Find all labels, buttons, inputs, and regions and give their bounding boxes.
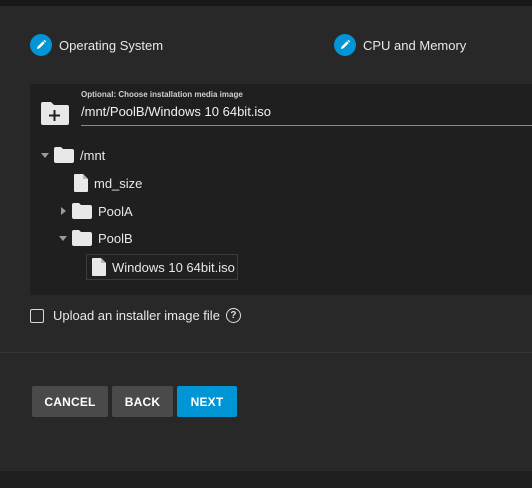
caret-down-icon[interactable] bbox=[40, 151, 50, 159]
step-label: CPU and Memory bbox=[363, 37, 467, 53]
tree-node-poola[interactable]: PoolA bbox=[58, 201, 133, 221]
folder-icon bbox=[54, 147, 74, 163]
tree-node-mnt[interactable]: /mnt bbox=[40, 145, 105, 165]
upload-installer-row: Upload an installer image file ? bbox=[30, 308, 241, 323]
path-field-label: Optional: Choose installation media imag… bbox=[81, 90, 243, 99]
step-label: Operating System bbox=[59, 37, 164, 53]
path-input-underline bbox=[81, 125, 532, 126]
divider bbox=[0, 352, 532, 353]
pencil-icon bbox=[334, 34, 356, 56]
tree-node-label: Windows 10 64bit.iso bbox=[112, 259, 235, 275]
tree-node-md-size[interactable]: md_size bbox=[74, 173, 142, 193]
back-button[interactable]: BACK bbox=[112, 386, 173, 417]
tree-node-windows-iso[interactable]: Windows 10 64bit.iso bbox=[92, 257, 235, 277]
next-button[interactable]: NEXT bbox=[177, 386, 237, 417]
file-explorer: Optional: Choose installation media imag… bbox=[30, 84, 532, 295]
upload-installer-checkbox[interactable] bbox=[30, 308, 44, 323]
bottom-strip bbox=[0, 471, 532, 488]
folder-icon bbox=[72, 230, 92, 246]
tree-node-label: PoolA bbox=[98, 203, 133, 219]
tree-node-poolb[interactable]: PoolB bbox=[58, 228, 133, 248]
tree-node-label: /mnt bbox=[80, 147, 106, 163]
upload-installer-label[interactable]: Upload an installer image file bbox=[53, 308, 220, 323]
tree-node-label: md_size bbox=[94, 175, 143, 191]
tree-node-label: PoolB bbox=[98, 230, 133, 246]
add-folder-icon[interactable] bbox=[40, 100, 70, 126]
caret-down-icon[interactable] bbox=[58, 234, 68, 242]
caret-right-icon[interactable] bbox=[58, 207, 68, 215]
file-icon bbox=[92, 258, 106, 276]
step-cpu-memory[interactable]: CPU and Memory bbox=[334, 34, 466, 56]
pencil-icon bbox=[30, 34, 52, 56]
cancel-button[interactable]: CANCEL bbox=[32, 386, 108, 417]
help-icon[interactable]: ? bbox=[225, 308, 241, 323]
folder-icon bbox=[72, 203, 92, 219]
step-operating-system[interactable]: Operating System bbox=[30, 34, 163, 56]
path-input[interactable]: /mnt/PoolB/Windows 10 64bit.iso bbox=[81, 104, 271, 119]
file-icon bbox=[74, 174, 88, 192]
